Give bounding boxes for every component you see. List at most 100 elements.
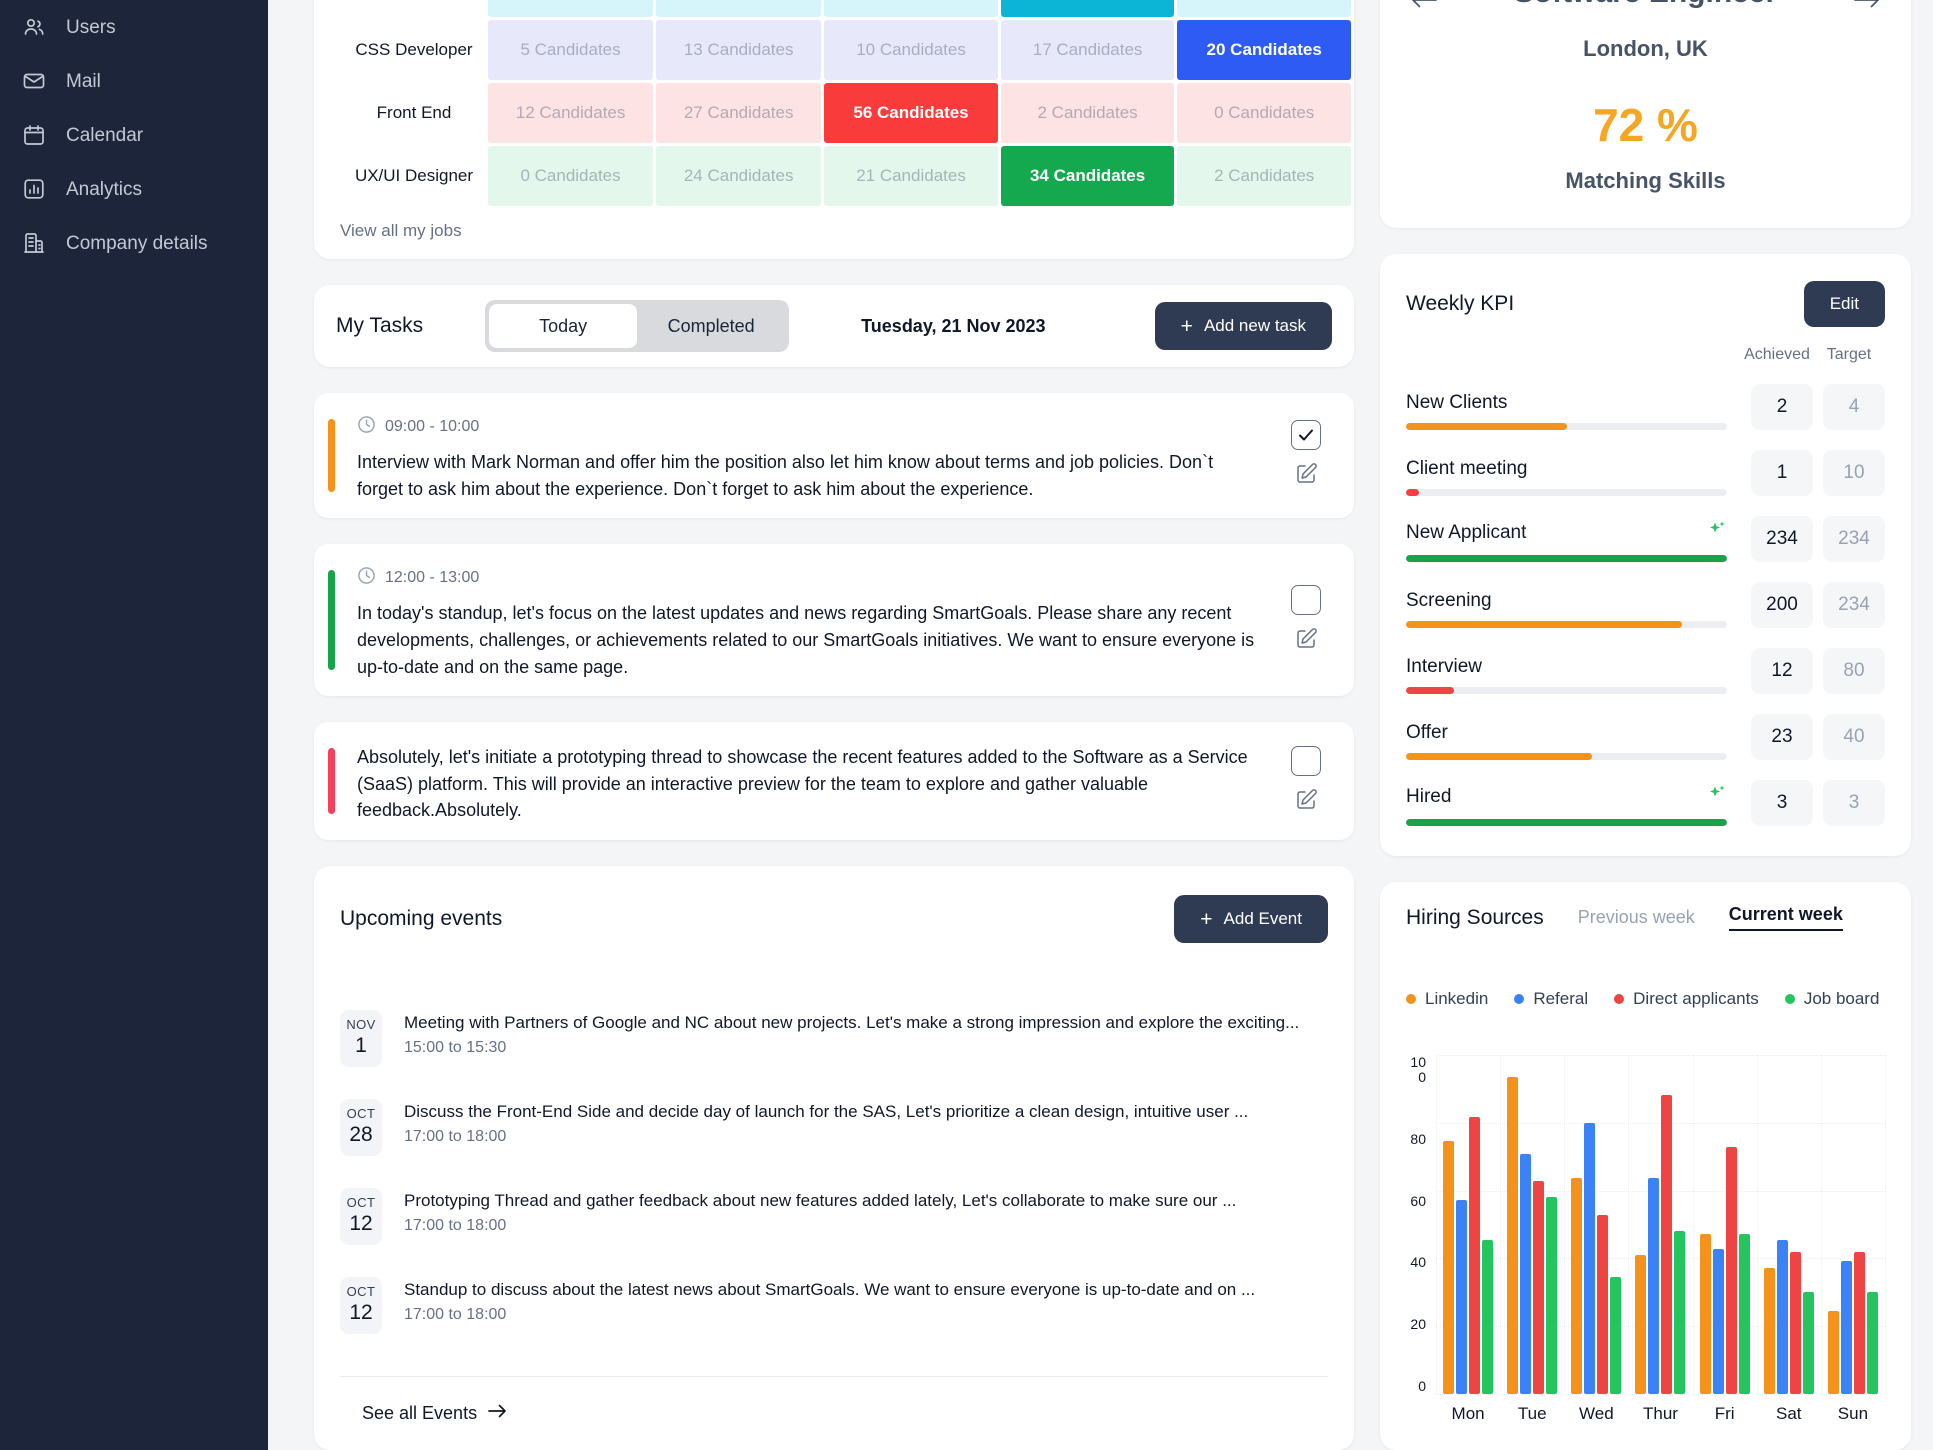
edit-kpi-button[interactable]: Edit [1803, 281, 1885, 327]
add-new-task-button[interactable]: + Add new task [1154, 302, 1332, 350]
job-stage-cell[interactable]: 56 Candidates [824, 83, 998, 143]
right-column: Software Engineer London, UK 72 % Matchi… [1380, 0, 1911, 1450]
arrow-right-icon[interactable] [1853, 0, 1881, 14]
job-stage-cell[interactable]: 78 Candidates [1000, 0, 1175, 17]
task-time: 09:00 - 10:00 [357, 415, 1278, 439]
x-axis-label: Fri [1714, 1404, 1735, 1423]
tab-previous-week[interactable]: Previous week [1578, 907, 1695, 928]
event-row[interactable]: NOV 1 Meeting with Partners of Google and … [340, 994, 1328, 1083]
sidebar-item-analytics[interactable]: Analytics [0, 162, 268, 216]
task-time: 12:00 - 13:00 [357, 566, 1278, 590]
chart-bar[interactable] [1725, 1147, 1737, 1394]
chart-bar[interactable] [1840, 1261, 1852, 1394]
legend-item[interactable]: Direct applicants [1614, 989, 1759, 1009]
task-checkbox[interactable] [1291, 745, 1321, 776]
chart-bar[interactable] [1610, 1276, 1622, 1394]
tab-completed[interactable]: Completed [637, 304, 785, 348]
job-stage-cell[interactable]: 17 Candidates [1000, 20, 1175, 80]
chart-bar[interactable] [1443, 1141, 1455, 1394]
arrow-left-icon[interactable] [1410, 0, 1438, 14]
chart-bar[interactable] [1827, 1310, 1839, 1394]
chart-bar[interactable] [1776, 1239, 1788, 1394]
chart-bar[interactable] [1520, 1153, 1532, 1394]
chart-bar[interactable] [1802, 1292, 1814, 1394]
task-checkbox[interactable] [1291, 420, 1321, 451]
job-stage-cell[interactable]: 4 Candidates [1177, 0, 1351, 17]
edit-icon[interactable] [1294, 788, 1318, 817]
chart-bar[interactable] [1661, 1095, 1673, 1394]
legend-item[interactable]: Referal [1514, 989, 1588, 1009]
chart-bar[interactable] [1507, 1076, 1519, 1394]
kpi-target-value: 234 [1823, 582, 1885, 628]
chart-bar[interactable] [1763, 1267, 1775, 1394]
hiring-sources-title: Hiring Sources [1406, 905, 1544, 929]
task-body: 12:00 - 13:00 In today's standup, let's f… [357, 560, 1278, 680]
kpi-rows: New Clients 2 4 Client meeting 1 10 New Applic… [1406, 384, 1885, 826]
chart-bar[interactable] [1635, 1255, 1647, 1394]
job-stage-cell[interactable]: 2 Candidates [1177, 146, 1351, 206]
job-stage-cell[interactable]: 21 Candidates [824, 146, 998, 206]
job-stage-cell[interactable]: 13 Candidates [656, 20, 822, 80]
task-time-label: 12:00 - 13:00 [385, 569, 480, 587]
job-stage-cell[interactable]: 54 Candidates [824, 0, 998, 17]
job-stage-cell[interactable]: 2 Candidates [1000, 83, 1175, 143]
legend-item[interactable]: Job board [1784, 989, 1879, 1009]
kpi-left: Offer [1406, 722, 1741, 760]
chart-bar[interactable] [1699, 1233, 1711, 1394]
tab-today[interactable]: Today [489, 304, 638, 348]
chart-bar[interactable] [1571, 1178, 1583, 1394]
view-all-jobs-link[interactable]: View all my jobs [314, 209, 1354, 241]
jobs-table-row: CSS Developer 5 Candidates 13 Candidates 10… [317, 20, 1351, 80]
chart-bar[interactable] [1648, 1178, 1660, 1394]
tab-current-week[interactable]: Current week [1728, 904, 1843, 931]
edit-icon[interactable] [1294, 462, 1318, 491]
chart-bar[interactable] [1853, 1252, 1865, 1394]
job-stage-cell[interactable]: 20 Candidates [1177, 20, 1351, 80]
job-stage-cell[interactable]: 34 Candidates [656, 0, 822, 17]
event-row[interactable]: OCT 12 Standup to discuss about the latest… [340, 1261, 1328, 1350]
job-stage-cell[interactable]: 12 Candidates [488, 83, 654, 143]
chart-bar[interactable] [1789, 1252, 1801, 1394]
job-stage-cell[interactable] [488, 0, 654, 17]
chart-bar[interactable] [1482, 1239, 1494, 1394]
legend-item[interactable]: Linkedin [1406, 989, 1488, 1009]
chart-bar[interactable] [1597, 1215, 1609, 1394]
chart-bar[interactable] [1866, 1292, 1878, 1394]
job-stage-cell[interactable]: 5 Candidates [488, 20, 654, 80]
task-body: Absolutely, let's initiate a prototyping… [357, 738, 1278, 824]
chart-bar[interactable] [1584, 1122, 1596, 1394]
weekly-kpi-header: Weekly KPI Edit [1406, 276, 1885, 332]
event-row[interactable]: OCT 12 Prototyping Thread and gather feedb… [340, 1172, 1328, 1261]
task-checkbox[interactable] [1291, 584, 1321, 615]
chart-bar[interactable] [1738, 1233, 1750, 1394]
task-accent-bar [328, 419, 335, 493]
add-event-button[interactable]: + Add Event [1174, 895, 1328, 943]
job-stage-cell[interactable]: 0 Candidates [488, 146, 654, 206]
x-axis-label: Tue [1517, 1404, 1547, 1423]
job-stage-cell[interactable]: 34 Candidates [1000, 146, 1175, 206]
x-axis-label: Mon [1451, 1404, 1485, 1423]
sidebar-item-users[interactable]: Users [0, 0, 268, 54]
see-all-events-link[interactable]: See all Events [340, 1377, 1328, 1428]
candidate-match-card: Software Engineer London, UK 72 % Matchi… [1380, 0, 1911, 228]
kpi-progress-fill [1406, 687, 1455, 694]
chart-bar-group: Thur [1628, 1055, 1692, 1423]
job-stage-cell[interactable]: 24 Candidates [656, 146, 822, 206]
chart-bar[interactable] [1674, 1230, 1686, 1394]
chart-bar[interactable] [1533, 1181, 1545, 1394]
chart-bar[interactable] [1456, 1199, 1468, 1394]
chart-bar[interactable] [1469, 1116, 1481, 1394]
edit-icon[interactable] [1294, 627, 1318, 656]
kpi-name-text: Interview [1406, 656, 1483, 677]
chart-bar[interactable] [1712, 1249, 1724, 1394]
job-stage-cell[interactable]: 27 Candidates [656, 83, 822, 143]
job-stage-cell[interactable]: 10 Candidates [824, 20, 998, 80]
sidebar-item-company-details[interactable]: Company details [0, 216, 268, 270]
sidebar-item-mail[interactable]: Mail [0, 54, 268, 108]
sidebar-item-calendar[interactable]: Calendar [0, 108, 268, 162]
chart-bar[interactable] [1546, 1196, 1558, 1394]
event-row[interactable]: OCT 28 Discuss the Front-End Side and deci… [340, 1083, 1328, 1172]
kpi-label: Screening [1406, 590, 1727, 612]
job-stage-cell[interactable]: 0 Candidates [1177, 83, 1351, 143]
hiring-sources-header: Hiring Sources Previous week Current wee… [1406, 904, 1885, 931]
